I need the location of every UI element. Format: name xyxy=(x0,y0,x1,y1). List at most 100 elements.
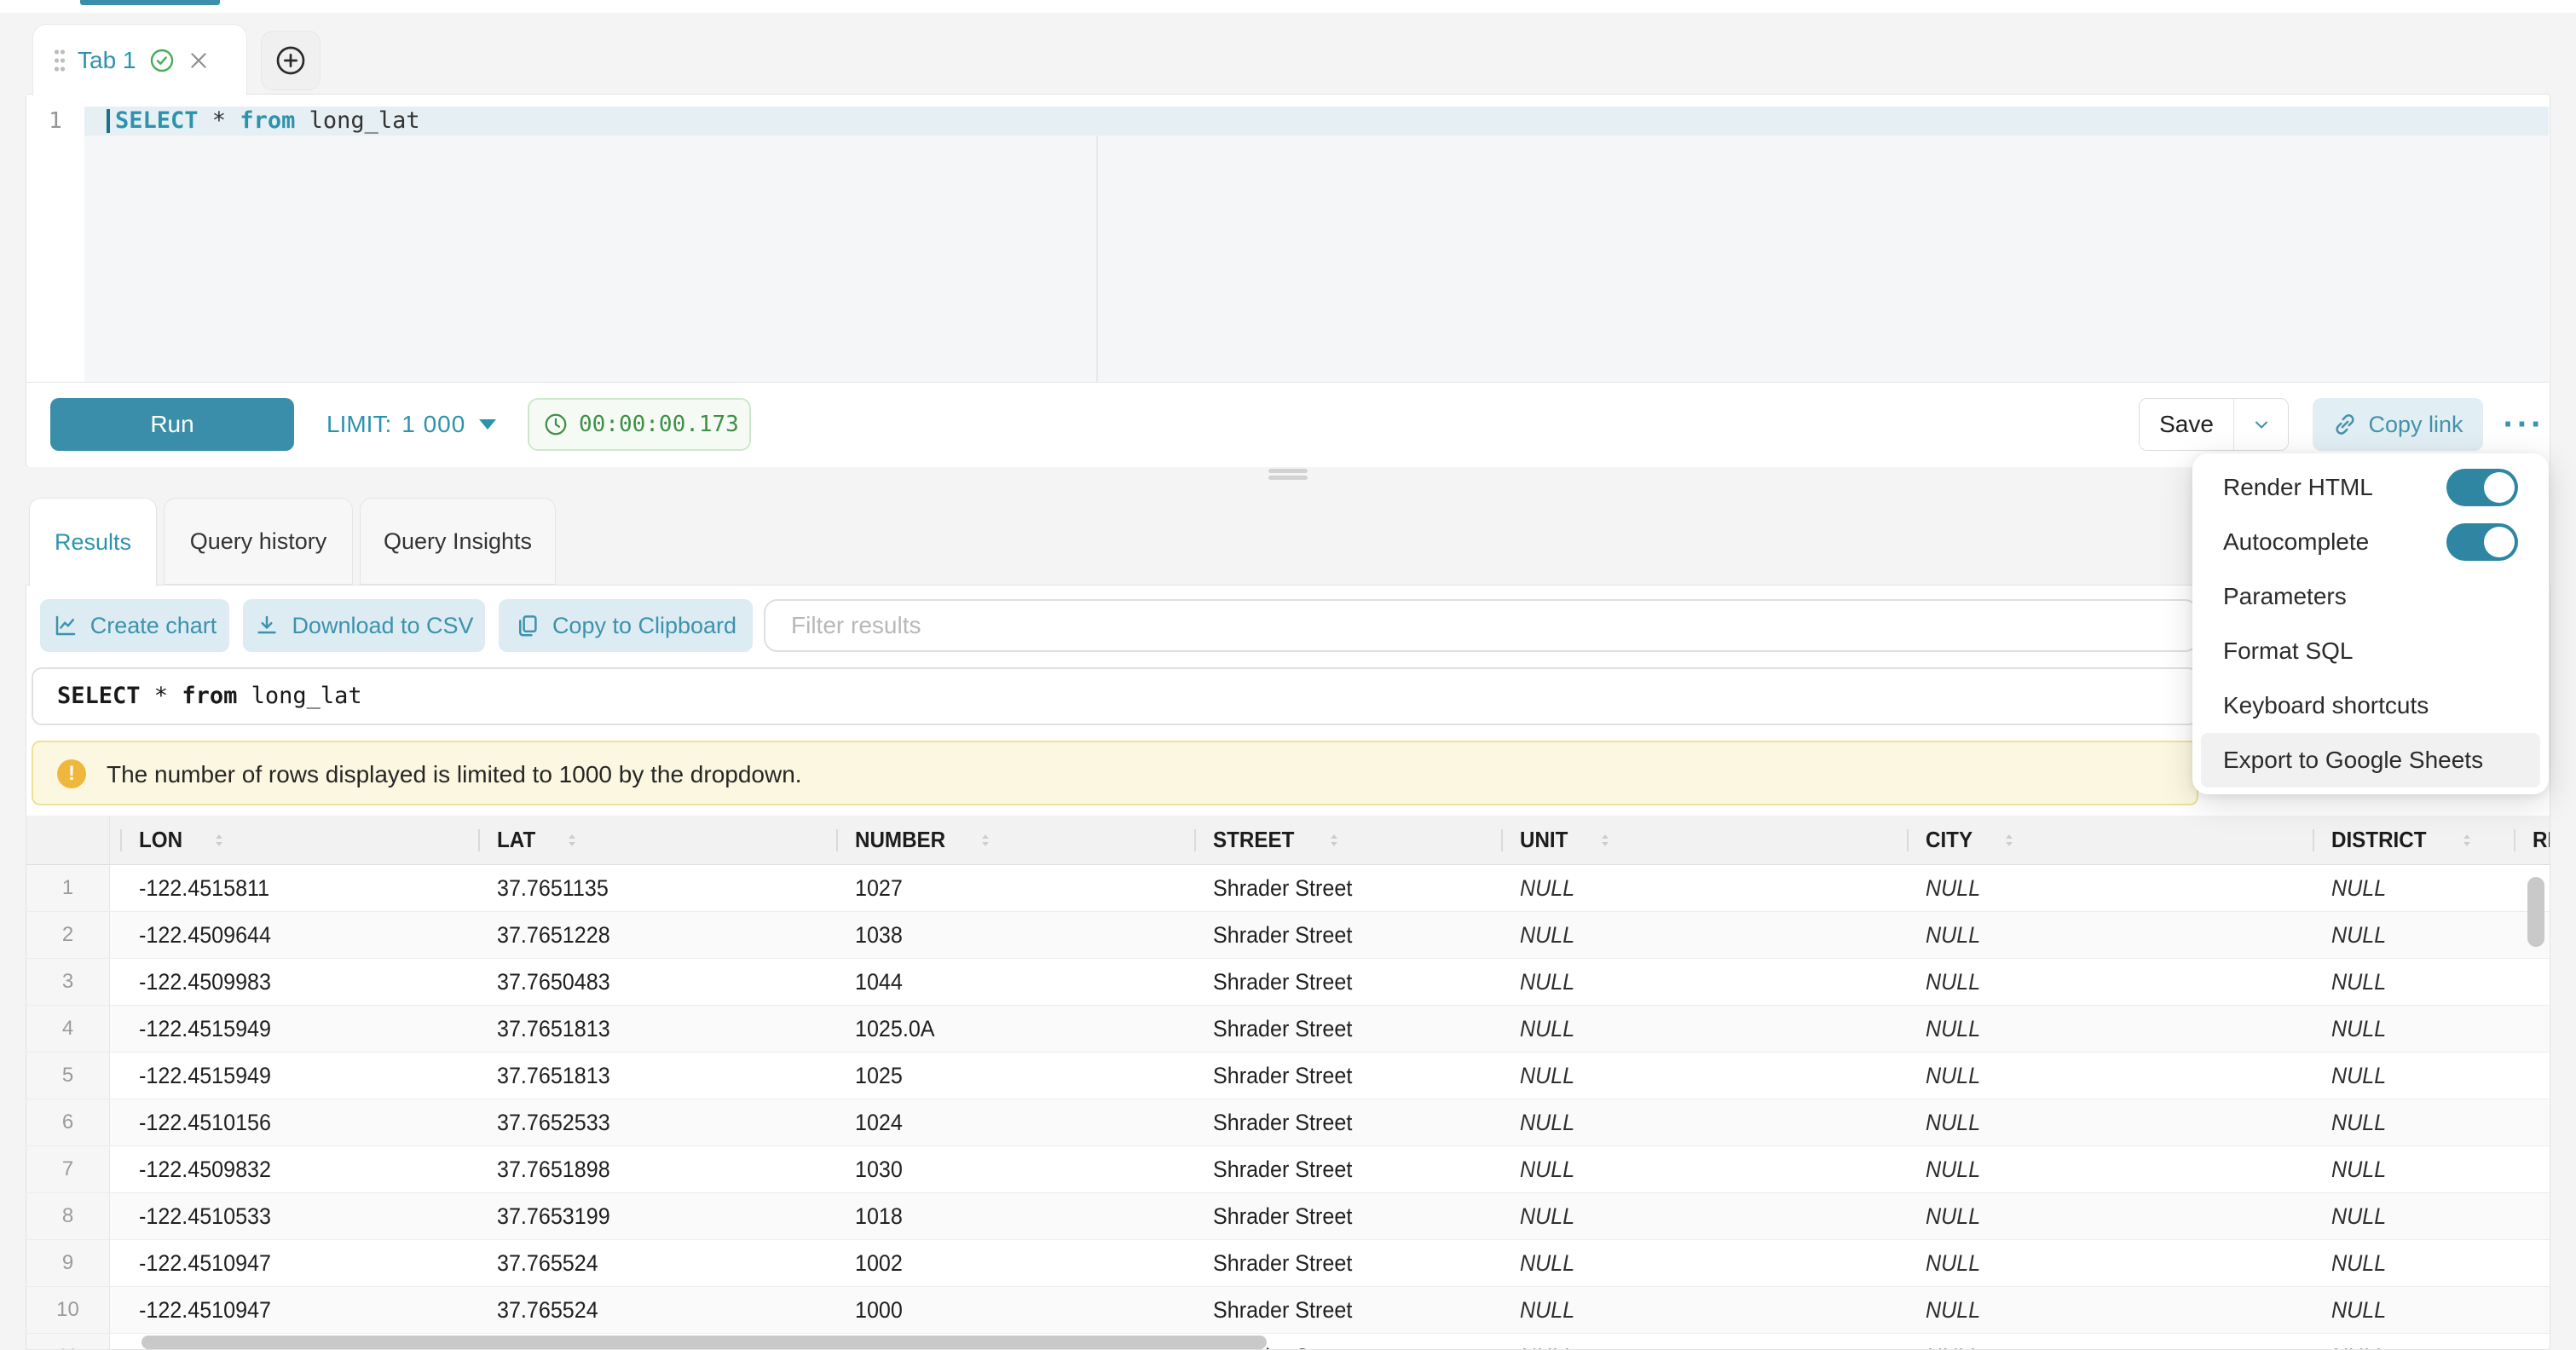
table-cell[interactable]: NULL xyxy=(2302,1287,2504,1333)
column-header-number[interactable]: NUMBER xyxy=(826,816,1184,864)
table-cell[interactable]: NULL xyxy=(1897,1287,2302,1333)
table-cell[interactable]: -122.4510156 xyxy=(110,1099,468,1145)
menu-item-autocomplete[interactable]: Autocomplete xyxy=(2201,515,2540,569)
table-cell[interactable]: NULL xyxy=(2302,1334,2504,1350)
table-cell[interactable]: Shrader Street xyxy=(1184,1053,1491,1099)
table-cell[interactable]: Shrader Street xyxy=(1184,959,1491,1005)
table-cell[interactable]: 1044 xyxy=(826,959,1184,1005)
column-header-lon[interactable]: LON xyxy=(110,816,468,864)
column-header-street[interactable]: STREET xyxy=(1184,816,1491,864)
close-tab-icon[interactable] xyxy=(188,49,210,72)
table-cell[interactable]: 37.765524 xyxy=(468,1240,826,1286)
table-cell[interactable] xyxy=(2504,1193,2550,1239)
column-header-lat[interactable]: LAT xyxy=(468,816,826,864)
table-cell[interactable]: Shrader Street xyxy=(1184,1099,1491,1145)
table-cell[interactable]: Shrader Street xyxy=(1184,865,1491,911)
table-cell[interactable]: NULL xyxy=(1491,1099,1897,1145)
table-cell[interactable]: NULL xyxy=(1491,959,1897,1005)
table-cell[interactable] xyxy=(2504,1006,2550,1052)
column-header-city[interactable]: CITY xyxy=(1897,816,2302,864)
toggle-render-html-on[interactable] xyxy=(2446,469,2518,506)
table-cell[interactable]: NULL xyxy=(1897,865,2302,911)
table-cell[interactable]: 37.7651813 xyxy=(468,1006,826,1052)
table-cell[interactable] xyxy=(2504,959,2550,1005)
table-row[interactable]: 5-122.451594937.76518131025Shrader Stree… xyxy=(26,1053,2550,1099)
editor-active-line[interactable]: SELECT * from long_lat xyxy=(84,107,2549,136)
table-cell[interactable]: 37.765524 xyxy=(468,1287,826,1333)
table-row[interactable]: 10-122.451094737.7655241000Shrader Stree… xyxy=(26,1287,2550,1334)
table-cell[interactable] xyxy=(2504,1053,2550,1099)
results-tab-query-insights[interactable]: Query Insights xyxy=(360,498,556,585)
filter-results-input[interactable] xyxy=(764,599,2198,652)
column-header-district[interactable]: DISTRICT xyxy=(2302,816,2504,864)
table-row[interactable]: 7-122.450983237.76518981030Shrader Stree… xyxy=(26,1146,2550,1193)
table-cell[interactable] xyxy=(2504,1334,2550,1350)
table-cell[interactable]: NULL xyxy=(1897,1006,2302,1052)
table-cell[interactable]: NULL xyxy=(1491,1006,1897,1052)
table-cell[interactable]: NULL xyxy=(1897,1053,2302,1099)
sort-icon[interactable] xyxy=(1584,831,1614,850)
table-cell[interactable]: NULL xyxy=(1491,1240,1897,1286)
table-cell[interactable]: NULL xyxy=(1491,1053,1897,1099)
table-cell[interactable]: 37.7653199 xyxy=(468,1193,826,1239)
table-cell[interactable]: -122.4515949 xyxy=(110,1006,468,1052)
table-cell[interactable]: 37.7651813 xyxy=(468,1053,826,1099)
table-cell[interactable]: NULL xyxy=(1491,1334,1897,1350)
table-cell[interactable]: NULL xyxy=(2302,1099,2504,1145)
table-cell[interactable]: NULL xyxy=(1491,865,1897,911)
panel-resize-handle[interactable] xyxy=(1268,469,1308,482)
table-cell[interactable]: NULL xyxy=(1897,1099,2302,1145)
table-cell[interactable]: -122.4515949 xyxy=(110,1053,468,1099)
run-button[interactable]: Run xyxy=(50,398,294,451)
table-cell[interactable]: 37.7651898 xyxy=(468,1146,826,1192)
limit-dropdown[interactable]: LIMIT: 1 000 xyxy=(326,398,496,451)
table-cell[interactable]: -122.4510947 xyxy=(110,1240,468,1286)
column-header-re[interactable]: RE xyxy=(2504,816,2550,864)
table-cell[interactable]: NULL xyxy=(2302,1006,2504,1052)
table-cell[interactable]: 1025 xyxy=(826,1053,1184,1099)
table-cell[interactable]: 37.7651228 xyxy=(468,912,826,958)
table-cell[interactable]: NULL xyxy=(2302,1053,2504,1099)
sort-icon[interactable] xyxy=(198,831,228,850)
table-cell[interactable]: Shrader Street xyxy=(1184,1240,1491,1286)
menu-item-export-to-google-sheets[interactable]: Export to Google Sheets xyxy=(2201,733,2540,788)
table-cell[interactable]: NULL xyxy=(2302,865,2504,911)
menu-item-parameters[interactable]: Parameters xyxy=(2201,569,2540,624)
save-button[interactable]: Save xyxy=(2140,399,2233,450)
table-cell[interactable]: 1025.0A xyxy=(826,1006,1184,1052)
table-cell[interactable]: -122.4510947 xyxy=(110,1287,468,1333)
table-cell[interactable] xyxy=(2504,1099,2550,1145)
table-cell[interactable]: 37.7651135 xyxy=(468,865,826,911)
table-cell[interactable]: NULL xyxy=(1897,1334,2302,1350)
table-row[interactable]: 8-122.451053337.76531991018Shrader Stree… xyxy=(26,1193,2550,1240)
copy-to-clipboard-button[interactable]: Copy to Clipboard xyxy=(499,599,753,652)
table-cell[interactable]: 1002 xyxy=(826,1240,1184,1286)
toggle-autocomplete-on[interactable] xyxy=(2446,523,2518,561)
table-row[interactable]: 2-122.450964437.76512281038Shrader Stree… xyxy=(26,912,2550,959)
menu-item-keyboard-shortcuts[interactable]: Keyboard shortcuts xyxy=(2201,678,2540,733)
table-cell[interactable]: NULL xyxy=(1491,1193,1897,1239)
create-chart-button[interactable]: Create chart xyxy=(40,599,229,652)
table-cell[interactable]: NULL xyxy=(1897,959,2302,1005)
table-cell[interactable]: NULL xyxy=(1897,1146,2302,1192)
sort-icon[interactable] xyxy=(2446,831,2476,850)
table-cell[interactable]: Shrader Street xyxy=(1184,912,1491,958)
results-tab-query-history[interactable]: Query history xyxy=(164,498,353,585)
column-header-unit[interactable]: UNIT xyxy=(1491,816,1897,864)
sort-icon[interactable] xyxy=(1988,831,2019,850)
table-cell[interactable]: NULL xyxy=(1491,912,1897,958)
table-cell[interactable]: NULL xyxy=(1491,1146,1897,1192)
table-cell[interactable] xyxy=(2504,1240,2550,1286)
table-cell[interactable]: NULL xyxy=(2302,912,2504,958)
table-cell[interactable]: NULL xyxy=(2302,959,2504,1005)
table-cell[interactable]: 1000 xyxy=(826,1287,1184,1333)
drag-handle-icon[interactable] xyxy=(54,48,66,73)
tab-1[interactable]: Tab 1 xyxy=(32,24,247,95)
table-cell[interactable]: NULL xyxy=(1897,1193,2302,1239)
table-cell[interactable]: Shrader Street xyxy=(1184,1287,1491,1333)
table-cell[interactable]: NULL xyxy=(1897,912,2302,958)
table-cell[interactable]: 1027 xyxy=(826,865,1184,911)
save-options-button[interactable] xyxy=(2233,399,2288,450)
table-row[interactable]: 9-122.451094737.7655241002Shrader Street… xyxy=(26,1240,2550,1287)
table-cell[interactable]: 1018 xyxy=(826,1193,1184,1239)
